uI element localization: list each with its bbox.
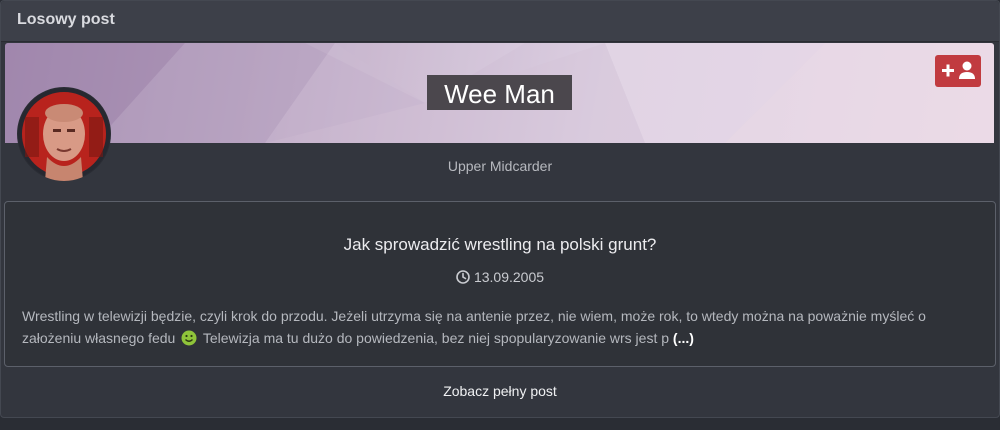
excerpt-text-2: Telewizja ma tu dużo do powiedzenia, bez… [202,330,670,346]
random-post-widget: Losowy post Wee Man Upper Midcarder Jak … [0,0,1000,418]
post-date-row: 13.09.2005 [5,269,995,285]
post-card: Jak sprowadzić wrestling na polski grunt… [4,201,996,367]
username-box[interactable]: Wee Man [427,75,572,110]
smiley-icon [181,330,197,346]
user-plus-icon [942,61,975,79]
view-full-post-link[interactable]: Zobacz pełny post [1,383,999,399]
read-more-link[interactable]: (...) [673,330,694,346]
username[interactable]: Wee Man [427,79,572,110]
clock-icon [456,270,470,284]
post-title[interactable]: Jak sprowadzić wrestling na polski grunt… [5,235,995,255]
user-rank: Upper Midcarder [447,158,553,174]
post-date: 13.09.2005 [473,269,545,285]
widget-title: Losowy post [17,11,115,28]
post-excerpt: Wrestling w telewizji będzie, czyli krok… [22,305,977,349]
follow-user-button[interactable] [935,55,981,87]
widget-header: Losowy post [1,1,999,42]
